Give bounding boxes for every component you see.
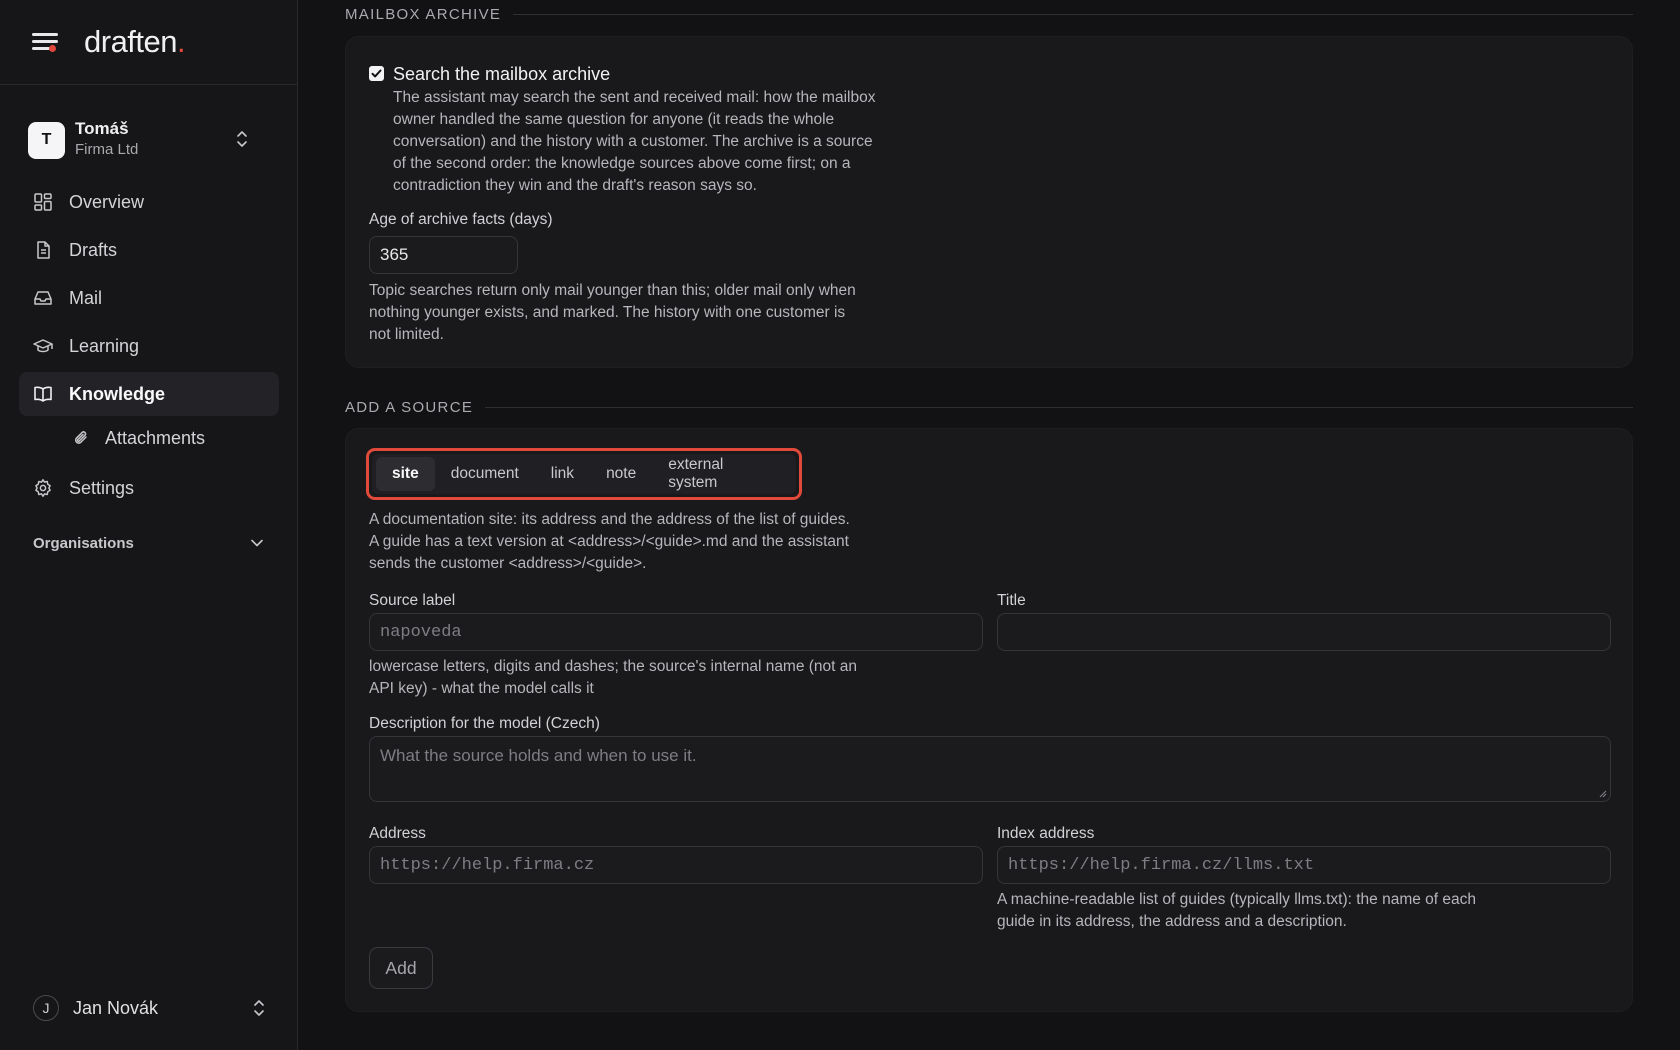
org-switcher[interactable]: T Tomáš Firma Ltd bbox=[28, 116, 270, 164]
source-type-tabs: site document link note external system bbox=[372, 454, 796, 494]
source-label-input[interactable]: napoveda bbox=[369, 613, 983, 651]
divider bbox=[485, 406, 1633, 408]
nav-item-label: Mail bbox=[69, 287, 103, 308]
graduation-cap-icon bbox=[33, 339, 53, 353]
nav-item-knowledge[interactable]: Knowledge bbox=[19, 372, 279, 416]
chevron-up-down-icon bbox=[237, 131, 247, 147]
title-label: Title bbox=[997, 592, 1026, 609]
model-description-textarea[interactable]: What the source holds and when to use it… bbox=[369, 736, 1611, 802]
organisations-toggle[interactable]: Organisations bbox=[33, 531, 263, 555]
nav-item-label: Overview bbox=[69, 191, 145, 212]
menu-icon[interactable] bbox=[32, 31, 60, 53]
tab-link[interactable]: link bbox=[535, 457, 590, 491]
age-value: 365 bbox=[380, 245, 409, 264]
index-address-placeholder: https://help.firma.cz/llms.txt bbox=[1008, 855, 1315, 875]
nav-item-learning[interactable]: Learning bbox=[19, 324, 279, 368]
archive-checkbox[interactable] bbox=[369, 66, 384, 81]
index-address-input[interactable]: https://help.firma.cz/llms.txt bbox=[997, 846, 1611, 884]
user-avatar: J bbox=[33, 995, 59, 1021]
archive-checkbox-row: Search the mailbox archive The assistant… bbox=[369, 64, 913, 197]
age-help: Topic searches return only mail younger … bbox=[369, 282, 856, 343]
sidebar: draften. T Tomáš Firma Ltd Overview Draf… bbox=[0, 0, 298, 1050]
archive-checkbox-label: Search the mailbox archive bbox=[393, 64, 611, 84]
paperclip-icon bbox=[74, 431, 87, 444]
chevron-down-icon bbox=[251, 539, 263, 547]
nav-item-attachments[interactable]: Attachments bbox=[19, 418, 279, 458]
address-placeholder: https://help.firma.cz bbox=[380, 855, 595, 875]
dashboard-icon bbox=[34, 193, 52, 211]
checkmark-icon bbox=[371, 69, 382, 78]
source-type-tabs-highlight: site document link note external system bbox=[366, 448, 802, 500]
book-icon bbox=[34, 386, 52, 402]
age-label: Age of archive facts (days) bbox=[369, 211, 553, 228]
source-label-help: lowercase letters, digits and dashes; th… bbox=[369, 658, 858, 697]
document-icon bbox=[37, 241, 50, 259]
age-input[interactable]: 365 bbox=[369, 236, 518, 274]
nav-item-mail[interactable]: Mail bbox=[19, 276, 279, 320]
source-type-description: A documentation site: its address and th… bbox=[369, 511, 850, 572]
inbox-icon bbox=[34, 291, 52, 305]
nav-item-label: Settings bbox=[69, 477, 135, 498]
org-company: Firma Ltd bbox=[75, 141, 139, 158]
brand-row: draften. bbox=[0, 0, 297, 85]
org-avatar: T bbox=[28, 121, 65, 159]
resize-grip-icon[interactable] bbox=[1597, 788, 1607, 798]
org-name: Tomáš bbox=[75, 119, 129, 138]
tab-external-system[interactable]: external system bbox=[652, 456, 792, 491]
user-menu[interactable]: J Jan Novák bbox=[33, 992, 265, 1024]
section-heading-add-source: ADD A SOURCE bbox=[345, 396, 1633, 418]
section-heading-archive: MAILBOX ARCHIVE bbox=[345, 3, 1633, 25]
address-input[interactable]: https://help.firma.cz bbox=[369, 846, 983, 884]
nav-item-overview[interactable]: Overview bbox=[19, 180, 279, 224]
chevron-up-down-icon bbox=[254, 1000, 264, 1016]
title-input[interactable] bbox=[997, 613, 1611, 651]
nav-item-label: Drafts bbox=[69, 239, 118, 260]
add-source-button[interactable]: Add bbox=[369, 947, 433, 989]
index-address-help: A machine-readable list of guides (typic… bbox=[997, 891, 1477, 930]
main-nav: Overview Drafts Mail Learning Knowledge … bbox=[19, 180, 279, 514]
gear-icon bbox=[35, 479, 51, 497]
section-title: MAILBOX ARCHIVE bbox=[345, 5, 502, 23]
tab-note[interactable]: note bbox=[590, 457, 652, 491]
nav-item-drafts[interactable]: Drafts bbox=[19, 228, 279, 272]
tab-site[interactable]: site bbox=[376, 457, 435, 491]
model-description-placeholder: What the source holds and when to use it… bbox=[380, 746, 697, 765]
nav-item-label: Knowledge bbox=[69, 383, 166, 404]
model-description-label: Description for the model (Czech) bbox=[369, 715, 600, 732]
source-label-placeholder: napoveda bbox=[380, 622, 462, 642]
organisations-label: Organisations bbox=[33, 534, 134, 552]
address-label: Address bbox=[369, 825, 426, 842]
archive-card: Search the mailbox archive The assistant… bbox=[345, 36, 1633, 368]
nav-item-settings[interactable]: Settings bbox=[19, 466, 279, 510]
source-label-label: Source label bbox=[369, 592, 456, 609]
tab-document[interactable]: document bbox=[435, 457, 535, 491]
nav-item-label: Attachments bbox=[105, 427, 206, 448]
user-name: Jan Novák bbox=[73, 997, 159, 1018]
divider bbox=[513, 13, 1633, 15]
nav-item-label: Learning bbox=[69, 335, 140, 356]
index-address-label: Index address bbox=[997, 825, 1095, 842]
logo[interactable]: draften. bbox=[84, 24, 186, 60]
section-title: ADD A SOURCE bbox=[345, 398, 474, 416]
add-source-card: site document link note external system … bbox=[345, 428, 1633, 1012]
archive-checkbox-help: The assistant may search the sent and re… bbox=[393, 89, 876, 194]
